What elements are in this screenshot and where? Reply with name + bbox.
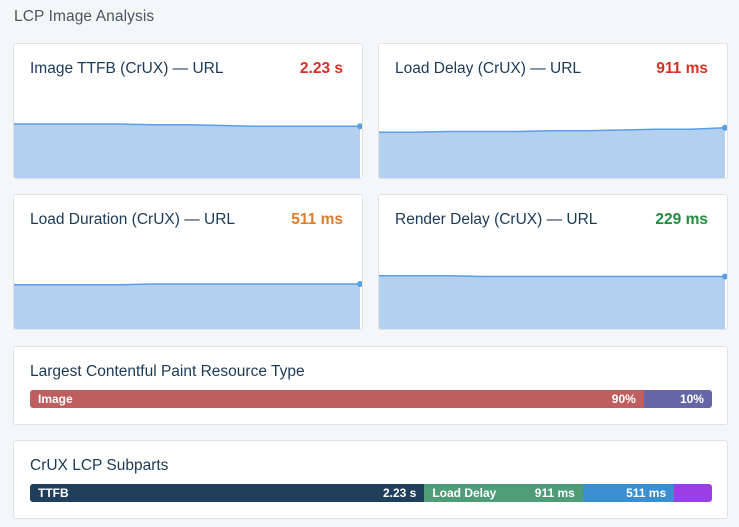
segment-value: 511 ms xyxy=(626,486,667,500)
metric-card-load-delay[interactable]: Load Delay (CrUX) — URL 911 ms xyxy=(378,43,728,179)
metric-card-load-duration[interactable]: Load Duration (CrUX) — URL 511 ms xyxy=(13,194,363,330)
bar-segment[interactable]: TTFB 2.23 s xyxy=(30,484,425,502)
segment-value: 90% xyxy=(611,392,636,406)
metric-value: 911 ms xyxy=(656,60,708,77)
lcp-subparts-bar[interactable]: TTFB 2.23 s Load Delay 911 ms 511 ms xyxy=(30,484,712,502)
segment-value: 10% xyxy=(679,392,704,406)
segment-label: Image xyxy=(38,392,73,406)
sparkline-area xyxy=(14,124,360,178)
resource-type-bar[interactable]: Image 90% 10% xyxy=(30,390,712,408)
metric-value: 229 ms xyxy=(655,211,708,228)
sparkline-area xyxy=(379,275,725,329)
sparkline-line xyxy=(14,283,360,286)
metric-value: 511 ms xyxy=(291,211,343,228)
segment-label: TTFB xyxy=(38,486,69,500)
sparkline-line xyxy=(379,275,725,278)
bar-segment[interactable]: Load Delay 911 ms xyxy=(424,484,583,502)
metric-card-image-ttfb[interactable]: Image TTFB (CrUX) — URL 2.23 s xyxy=(13,43,363,179)
sparkline-chart xyxy=(14,254,362,329)
resource-type-title: Largest Contentful Paint Resource Type xyxy=(30,363,305,380)
bar-segment[interactable]: 511 ms xyxy=(582,484,675,502)
resource-type-card: Largest Contentful Paint Resource Type I… xyxy=(13,346,728,425)
segment-value: 2.23 s xyxy=(382,486,417,500)
metric-value: 2.23 s xyxy=(299,60,343,77)
sparkline-area xyxy=(379,127,725,178)
metric-card-render-delay[interactable]: Render Delay (CrUX) — URL 229 ms xyxy=(378,194,728,330)
sparkline-chart xyxy=(379,103,727,178)
bar-segment[interactable]: 10% xyxy=(643,390,712,408)
sparkline-area xyxy=(14,284,360,329)
metric-title: Image TTFB (CrUX) — URL xyxy=(30,60,224,77)
section-title: LCP Image Analysis xyxy=(14,8,155,25)
bar-segment[interactable] xyxy=(674,484,712,502)
sparkline-chart xyxy=(379,254,727,329)
sparkline-chart xyxy=(14,103,362,178)
lcp-subparts-card: CrUX LCP Subparts TTFB 2.23 s Load Delay 91… xyxy=(13,440,728,519)
lcp-subparts-title: CrUX LCP Subparts xyxy=(30,457,169,474)
metric-title: Load Delay (CrUX) — URL xyxy=(395,60,582,77)
metric-title: Render Delay (CrUX) — URL xyxy=(395,211,598,228)
segment-label: Load Delay xyxy=(432,486,497,500)
segment-value: 911 ms xyxy=(534,486,575,500)
metric-title: Load Duration (CrUX) — URL xyxy=(30,211,236,228)
bar-segment[interactable]: Image 90% xyxy=(30,390,644,408)
